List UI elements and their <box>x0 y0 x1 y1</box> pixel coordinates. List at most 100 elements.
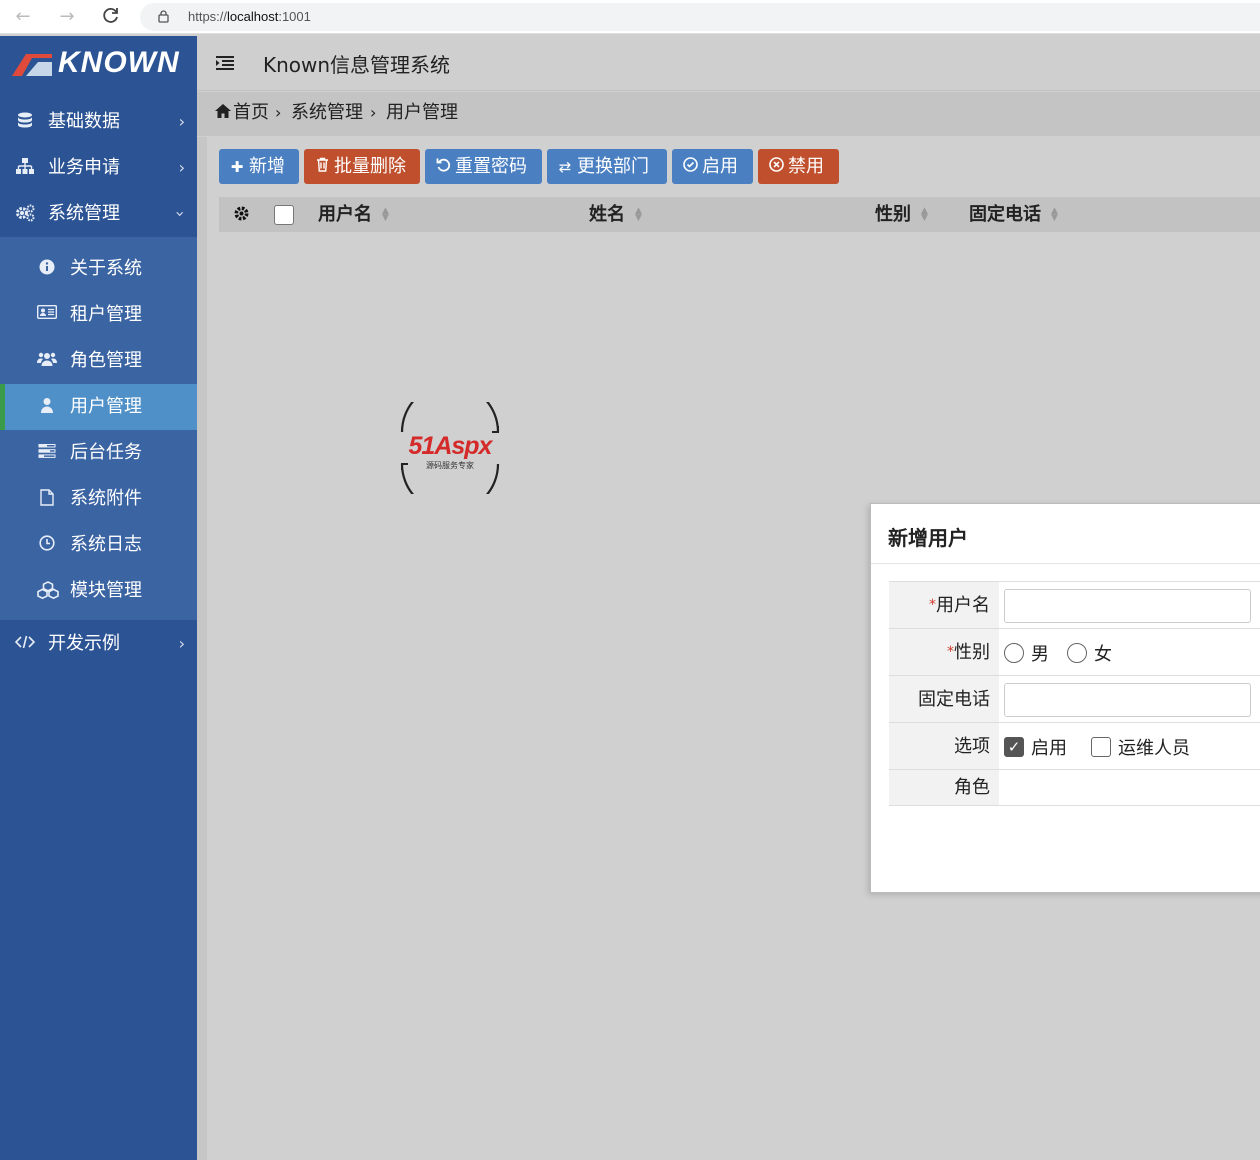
reload-icon[interactable] <box>100 6 122 28</box>
plus-icon: ✚ <box>230 158 244 176</box>
file-icon <box>37 489 57 509</box>
menu-toggle-icon[interactable] <box>216 56 234 70</box>
form-row-phone: 固定电话 <box>889 676 1260 723</box>
ops-staff-option-label[interactable]: 运维人员 <box>1118 734 1190 760</box>
sort-icon: ▲ ▼ <box>635 206 642 223</box>
logo-mark-icon <box>12 54 52 76</box>
chevron-right-icon: › <box>178 158 185 177</box>
dialog-divider <box>871 563 1260 564</box>
form-row-options: 选项 ✓ 启用 运维人员 <box>889 723 1260 770</box>
enabled-checkbox[interactable]: ✓ <box>1004 737 1024 757</box>
username-input[interactable] <box>1004 589 1251 623</box>
change-dept-button[interactable]: ⇄ 更换部门 <box>547 149 667 184</box>
sidebar-item-tenant[interactable]: 租户管理 <box>0 292 197 338</box>
gender-female-label[interactable]: 女 <box>1094 640 1112 666</box>
logo: KNOWN <box>12 46 187 79</box>
sidebar-item-basic-data[interactable]: 基础数据 › <box>0 99 197 145</box>
back-icon[interactable]: ← <box>12 6 34 28</box>
forward-icon[interactable]: → <box>56 6 78 28</box>
address-bar[interactable]: https://localhost:1001 <box>140 3 1260 31</box>
chevron-right-icon: › <box>178 634 185 653</box>
breadcrumb-user: 用户管理 <box>386 102 458 123</box>
enabled-option-label[interactable]: 启用 <box>1031 734 1067 760</box>
ops-staff-checkbox[interactable] <box>1091 737 1111 757</box>
id-card-icon <box>36 304 58 325</box>
batch-delete-button[interactable]: 批量删除 <box>304 149 420 184</box>
breadcrumb-home[interactable]: 首页 <box>233 92 269 134</box>
trash-icon <box>314 150 330 185</box>
breadcrumb: 首页 › 系统管理 › 用户管理 <box>197 92 1260 136</box>
phone-input[interactable] <box>1004 683 1251 717</box>
form-row-role: 角色 <box>889 770 1260 806</box>
enable-button[interactable]: 启用 <box>672 149 753 184</box>
chevron-down-icon: › <box>170 210 190 218</box>
sidebar-item-user[interactable]: 用户管理 <box>0 384 197 430</box>
gender-male-label[interactable]: 男 <box>1031 640 1049 666</box>
sidebar-item-role[interactable]: 角色管理 <box>0 338 197 384</box>
sitemap-icon <box>15 158 35 178</box>
breadcrumb-separator-icon: › <box>275 103 282 122</box>
cubes-icon <box>37 581 59 601</box>
add-button[interactable]: ✚ 新增 <box>219 149 299 184</box>
clock-icon <box>37 535 57 555</box>
top-header: Known信息管理系统 <box>197 36 1260 91</box>
gears-icon <box>15 204 35 224</box>
user-form: *用户名 *性别 男 女 固定电话 选项 ✓ 启用 运维人员 角色 <box>889 581 1260 807</box>
database-icon <box>15 112 35 132</box>
breadcrumb-system[interactable]: 系统管理 <box>291 92 363 134</box>
gender-male-radio[interactable] <box>1004 643 1024 663</box>
code-icon <box>14 634 36 654</box>
info-icon <box>37 259 57 279</box>
column-name[interactable]: 姓名 ▲ ▼ <box>589 197 642 232</box>
content-edge <box>197 137 207 1160</box>
username-label: *用户名 <box>889 582 999 628</box>
role-label: 角色 <box>889 770 999 805</box>
undo-icon <box>435 150 451 185</box>
app-title: Known信息管理系统 <box>263 53 451 77</box>
tasks-icon <box>37 443 57 463</box>
column-gender[interactable]: 性别 ▲ ▼ <box>875 197 928 232</box>
add-user-dialog: 新增用户 *用户名 *性别 男 女 固定电话 选项 ✓ 启用 运维人员 角色 <box>870 503 1260 893</box>
ban-circle-icon <box>768 150 784 185</box>
gender-label: *性别 <box>889 629 999 675</box>
sidebar-item-attachment[interactable]: 系统附件 <box>0 476 197 522</box>
system-submenu: 关于系统 租户管理 角色管理 用户管理 后台任务 系统附件 系统日志 模块管理 <box>0 237 197 620</box>
users-icon <box>37 351 57 371</box>
gender-female-radio[interactable] <box>1067 643 1087 663</box>
form-row-gender: *性别 男 女 <box>889 629 1260 676</box>
sidebar-item-tasks[interactable]: 后台任务 <box>0 430 197 476</box>
sidebar-item-module[interactable]: 模块管理 <box>0 568 197 614</box>
select-all-checkbox[interactable] <box>274 205 294 225</box>
url-text: https://localhost:1001 <box>188 9 311 24</box>
disable-button[interactable]: 禁用 <box>758 149 839 184</box>
lock-icon <box>158 10 169 23</box>
column-settings-icon[interactable] <box>233 205 251 223</box>
exchange-icon: ⇄ <box>558 158 572 176</box>
form-row-username: *用户名 <box>889 582 1260 629</box>
options-label: 选项 <box>889 723 999 769</box>
column-phone[interactable]: 固定电话 ▲ ▼ <box>969 197 1058 232</box>
sidebar-item-dev-examples[interactable]: 开发示例 › <box>0 621 197 667</box>
reset-password-button[interactable]: 重置密码 <box>425 149 542 184</box>
watermark-logo: 51Aspx 源码服务专家 <box>388 382 512 514</box>
chevron-right-icon: › <box>178 112 185 131</box>
sidebar-item-log[interactable]: 系统日志 <box>0 522 197 568</box>
watermark-tagline: 源码服务专家 <box>426 461 474 470</box>
sort-icon: ▲ ▼ <box>382 206 389 223</box>
sidebar-item-business[interactable]: 业务申请 › <box>0 145 197 191</box>
sidebar-item-about[interactable]: 关于系统 <box>0 246 197 292</box>
breadcrumb-separator-icon: › <box>370 103 377 122</box>
phone-label: 固定电话 <box>889 676 999 722</box>
sidebar: KNOWN 基础数据 › 业务申请 › 系统管理 › 关于系统 租户管理 角色管… <box>0 36 197 1160</box>
sidebar-item-system[interactable]: 系统管理 › <box>0 191 197 237</box>
home-icon[interactable] <box>214 103 232 121</box>
check-circle-icon <box>682 150 698 185</box>
column-username[interactable]: 用户名 ▲ ▼ <box>318 197 389 232</box>
dialog-title: 新增用户 <box>888 526 968 550</box>
logo-text: KNOWN <box>58 46 180 79</box>
sort-icon: ▲ ▼ <box>1051 206 1058 223</box>
browser-bar: ← → https://localhost:1001 <box>0 0 1260 34</box>
sort-icon: ▲ ▼ <box>921 206 928 223</box>
watermark-brand: 51Aspx <box>408 432 493 460</box>
user-icon <box>37 397 57 417</box>
